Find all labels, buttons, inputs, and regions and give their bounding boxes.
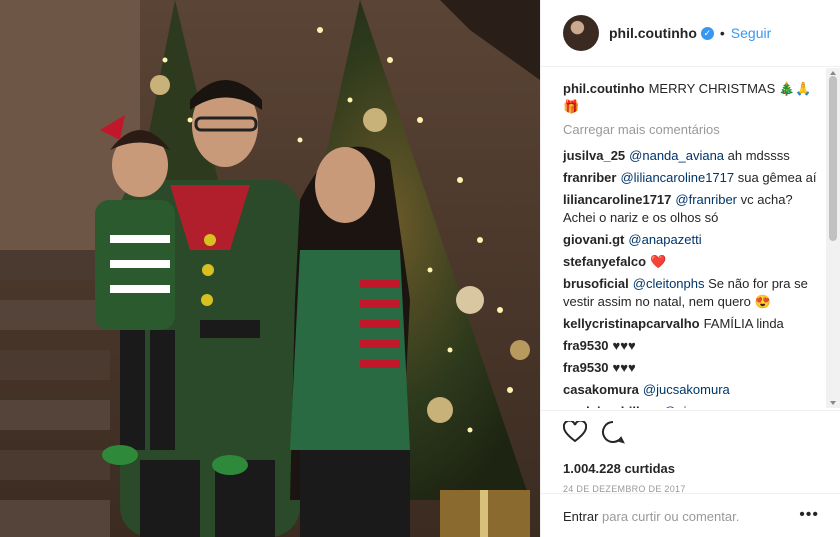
post-actions: 1.004.228 curtidas 24 DE DEZEMBRO DE 201…	[541, 410, 840, 494]
comment-row: franriber @liliancaroline1717 sua gêmea a…	[563, 169, 827, 187]
separator-dot: •	[719, 25, 725, 41]
comment-mention[interactable]: @liliancaroline1717	[620, 170, 737, 185]
comment-username[interactable]: medeiroshillary	[563, 404, 659, 408]
comment-row: medeiroshillary @giovane_pesca	[563, 403, 827, 408]
avatar[interactable]	[563, 15, 599, 51]
comment-mention[interactable]: @nanda_aviana	[629, 148, 728, 163]
comment-row: brusoficial @cleitonphs Se não for pra se…	[563, 275, 827, 311]
post-caption: phil.coutinho MERRY CHRISTMAS 🎄🙏🎁	[563, 80, 827, 116]
comment-row: fra9530 ♥♥♥	[563, 337, 827, 355]
comment-row: jusilva_25 @nanda_aviana ah mdssss	[563, 147, 827, 165]
comments-list[interactable]: phil.coutinho MERRY CHRISTMAS 🎄🙏🎁 Carrega…	[541, 68, 827, 408]
comment-mention[interactable]: @anapazetti	[628, 232, 701, 247]
comment-text: sua gêmea aí	[737, 170, 817, 185]
comment-row: liliancaroline1717 @franriber vc acha? Ac…	[563, 191, 827, 227]
comment-icon[interactable]	[601, 420, 625, 449]
add-comment-bar: Entrar para curtir ou comentar. •••	[541, 493, 840, 537]
comment-row: fra9530 ♥♥♥	[563, 359, 827, 377]
more-options-icon[interactable]: •••	[799, 506, 819, 524]
comment-text: ah mdssss	[727, 148, 790, 163]
comment-text: ♥♥♥	[612, 360, 636, 375]
comment-username[interactable]: liliancaroline1717	[563, 192, 671, 207]
comment-username[interactable]: kellycristinapcarvalho	[563, 316, 700, 331]
comment-text: ❤️	[650, 254, 667, 269]
comment-text: ♥♥♥	[612, 338, 636, 353]
comment-row: stefanyefalco ❤️	[563, 253, 827, 271]
like-count[interactable]: 1.004.228 curtidas	[563, 461, 840, 476]
comment-mention[interactable]: @cleitonphs	[633, 276, 708, 291]
scrollbar-thumb[interactable]	[829, 76, 837, 241]
follow-button[interactable]: Seguir	[731, 25, 771, 41]
comment-username[interactable]: fra9530	[563, 360, 609, 375]
author-username[interactable]: phil.coutinho	[609, 25, 697, 41]
caption-username[interactable]: phil.coutinho	[563, 81, 645, 96]
comment-username[interactable]: giovani.gt	[563, 232, 624, 247]
comment-username[interactable]: jusilva_25	[563, 148, 625, 163]
family-christmas-photo	[0, 0, 540, 537]
add-comment-prompt: para curtir ou comentar.	[602, 509, 740, 524]
comment-username[interactable]: stefanyefalco	[563, 254, 646, 269]
comment-username[interactable]: fra9530	[563, 338, 609, 353]
heart-icon[interactable]	[562, 419, 588, 448]
comment-row: giovani.gt @anapazetti	[563, 231, 827, 249]
post-photo[interactable]	[0, 0, 540, 537]
load-more-comments[interactable]: Carregar mais comentários	[563, 122, 827, 137]
comment-username[interactable]: casakomura	[563, 382, 639, 397]
comments-scrollbar[interactable]	[826, 68, 840, 408]
comment-mention[interactable]: @jucsakomura	[643, 382, 730, 397]
scroll-down-icon[interactable]	[830, 401, 836, 405]
post-container: phil.coutinho ✓ • Seguir phil.coutinho ME…	[0, 0, 840, 537]
scroll-up-icon[interactable]	[830, 71, 836, 75]
login-link[interactable]: Entrar	[563, 509, 598, 524]
comment-username[interactable]: franriber	[563, 170, 616, 185]
comment-text: FAMÍLIA linda	[703, 316, 784, 331]
comment-mention[interactable]: @giovane_pesca	[663, 404, 764, 408]
comment-row: casakomura @jucsakomura	[563, 381, 827, 399]
comment-mention[interactable]: @franriber	[675, 192, 740, 207]
post-sidebar: phil.coutinho ✓ • Seguir phil.coutinho ME…	[540, 0, 840, 537]
comment-row: kellycristinapcarvalho FAMÍLIA linda	[563, 315, 827, 333]
comment-username[interactable]: brusoficial	[563, 276, 629, 291]
verified-badge-icon: ✓	[700, 26, 714, 40]
post-header: phil.coutinho ✓ • Seguir	[541, 0, 840, 67]
